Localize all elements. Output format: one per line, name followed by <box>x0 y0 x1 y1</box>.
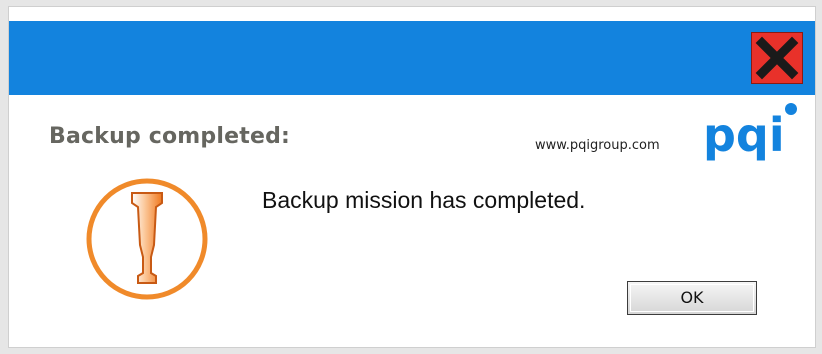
dialog-heading: Backup completed: <box>49 124 291 149</box>
ok-button[interactable]: OK <box>627 281 757 315</box>
svg-text:pqi: pqi <box>703 108 785 162</box>
close-icon <box>755 36 799 80</box>
exclamation-alert-icon <box>86 178 208 300</box>
dialog-message: Backup mission has completed. <box>262 187 586 213</box>
pqi-logo: pqi <box>703 103 797 162</box>
title-bar[interactable] <box>9 21 815 95</box>
brand-url: www.pqigroup.com <box>535 138 660 153</box>
backup-complete-dialog: Backup completed: www.pqigroup.com pqi B… <box>8 6 816 348</box>
close-button[interactable] <box>751 32 803 84</box>
